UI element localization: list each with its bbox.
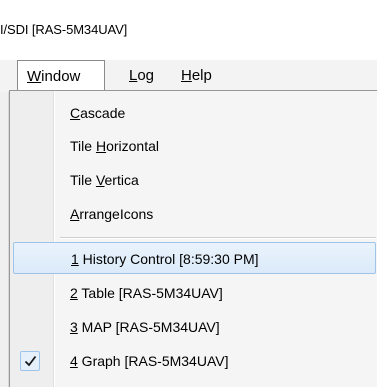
menu-window-mnemonic: W	[27, 68, 42, 85]
tile-v-post: ertica	[104, 172, 139, 188]
menu-item-history-control[interactable]: 1 History Control [8:59:30 PM]	[13, 242, 376, 274]
menu-item-table[interactable]: 2 Table [RAS-5M34UAV]	[10, 277, 376, 309]
menu-window-rest: indow	[41, 68, 81, 85]
table-post: Table [RAS-5M34UAV]	[77, 285, 223, 301]
menu-item-arrange-icons-label: ArrangeIcons	[70, 198, 153, 230]
cascade-post: ascade	[80, 105, 126, 121]
table-mnemonic: 2	[70, 285, 78, 301]
checkmark-icon	[20, 351, 40, 371]
tile-v-mnemonic: V	[95, 172, 105, 188]
window-title: I/SDI [RAS-5M34UAV]	[0, 22, 128, 37]
cascade-mnemonic: C	[70, 105, 81, 121]
menu-item-history-control-label: 1 History Control [8:59:30 PM]	[71, 243, 259, 275]
graph-post: Graph [RAS-5M34UAV]	[77, 353, 229, 369]
menu-item-map[interactable]: 3 MAP [RAS-5M34UAV]	[10, 311, 376, 343]
menu-item-tile-vertical[interactable]: Tile Vertica	[10, 164, 376, 196]
menu-separator-highlight	[60, 238, 376, 239]
menu-log[interactable]: Log	[120, 60, 163, 91]
map-post: MAP [RAS-5M34UAV]	[77, 319, 220, 335]
title-bar: I/SDI [RAS-5M34UAV]	[0, 0, 377, 60]
history-mnemonic: 1	[71, 251, 79, 267]
menu-item-table-label: 2 Table [RAS-5M34UAV]	[70, 277, 223, 309]
menu-item-tile-horizontal-label: Tile Horizontal	[70, 130, 159, 162]
tile-h-post: orizontal	[106, 138, 159, 154]
menu-item-graph[interactable]: 4 Graph [RAS-5M34UAV]	[10, 345, 376, 377]
history-post: History Control [8:59:30 PM]	[78, 251, 259, 267]
tile-v-pre: Tile	[70, 172, 96, 188]
tile-h-mnemonic: H	[95, 138, 107, 154]
arrange-mnemonic: A	[70, 206, 80, 222]
menu-item-cascade[interactable]: Cascade	[10, 97, 376, 129]
menu-help[interactable]: Help	[172, 60, 221, 91]
menu-item-tile-horizontal[interactable]: Tile Horizontal	[10, 130, 376, 162]
menu-help-rest: elp	[191, 67, 212, 84]
window-dropdown-menu: Cascade Tile Horizontal Tile Vertica Arr…	[9, 90, 377, 387]
graph-mnemonic: 4	[70, 353, 78, 369]
menu-item-tile-vertical-label: Tile Vertica	[70, 164, 139, 196]
menu-item-map-label: 3 MAP [RAS-5M34UAV]	[70, 311, 220, 343]
menu-item-graph-label: 4 Graph [RAS-5M34UAV]	[70, 345, 228, 377]
menu-item-cascade-label: Cascade	[70, 97, 125, 129]
tile-h-pre: Tile	[70, 138, 96, 154]
menu-item-arrange-icons[interactable]: ArrangeIcons	[10, 198, 376, 230]
arrange-post: rrangeIcons	[79, 206, 154, 222]
menu-log-rest: og	[137, 67, 155, 84]
menu-help-mnemonic: H	[181, 67, 192, 84]
window-edge	[0, 92, 9, 387]
map-mnemonic: 3	[70, 319, 78, 335]
menu-window[interactable]: Window	[17, 60, 105, 91]
